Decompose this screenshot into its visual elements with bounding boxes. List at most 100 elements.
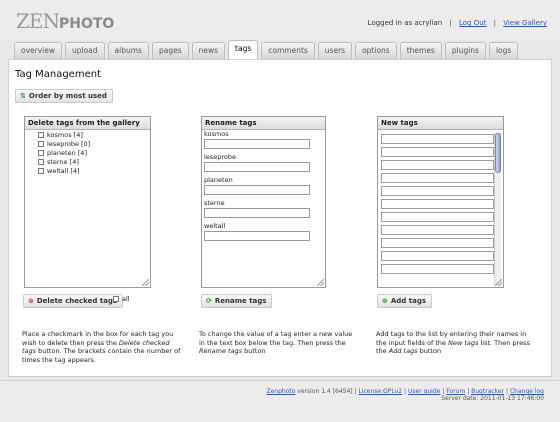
resize-handle[interactable]	[317, 279, 324, 286]
new-tag-input[interactable]	[381, 225, 494, 235]
rename-input[interactable]	[204, 208, 310, 218]
tab-logs[interactable]: logs	[488, 42, 519, 59]
new-tag-input[interactable]	[381, 160, 494, 170]
delete-description: Place a checkmark in the box for each ta…	[22, 330, 182, 364]
tab-options[interactable]: options	[355, 42, 397, 59]
add-button-label: Add tags	[390, 297, 426, 305]
page-footer: Zenphoto version 1.4 [6454] | License:GP…	[0, 380, 560, 422]
order-by-most-used-button[interactable]: ⇅ Order by most used	[15, 89, 113, 103]
delete-button-label: Delete checked tags	[36, 297, 118, 305]
new-tag-input[interactable]	[381, 238, 494, 248]
license-link[interactable]: License:GPLv2	[358, 388, 402, 395]
rename-label: kosmos	[204, 130, 229, 138]
new-tag-input[interactable]	[381, 199, 494, 209]
tag-row-weltall[interactable]: weltall [4]	[25, 167, 150, 176]
tab-comments[interactable]: comments	[261, 42, 315, 59]
rename-input[interactable]	[204, 231, 310, 241]
zenphoto-link[interactable]: Zenphoto	[266, 388, 295, 395]
scrollbar-thumb[interactable]	[495, 133, 501, 173]
page-title: Tag Management	[15, 69, 101, 80]
logout-link[interactable]: Log Out	[459, 19, 486, 27]
tag-checkbox[interactable]	[38, 150, 44, 156]
new-tag-input[interactable]	[381, 251, 494, 261]
tag-management-content: Tag Management ⇅ Order by most used Delet…	[8, 59, 552, 377]
logo-zen: ZEN	[16, 9, 60, 33]
resize-handle[interactable]	[495, 279, 502, 286]
rename-input[interactable]	[204, 185, 310, 195]
server-date: Server date: 2011-01-13 17:46:00	[441, 395, 544, 402]
delete-icon: ⊗	[28, 297, 34, 305]
new-tags-panel: New tags	[377, 116, 504, 288]
rename-input[interactable]	[204, 162, 310, 172]
tab-themes[interactable]: themes	[399, 42, 442, 59]
tag-checkbox[interactable]	[38, 159, 44, 165]
tag-row-sterne[interactable]: sterne [4]	[25, 158, 150, 167]
tag-row-leseprobe[interactable]: leseprobe [0]	[25, 140, 150, 149]
rename-item-kosmos: kosmos	[202, 130, 325, 149]
tab-news[interactable]: news	[191, 42, 226, 59]
rename-label: sterne	[204, 199, 225, 207]
tab-overview[interactable]: overview	[14, 42, 62, 59]
user-bar: Logged in as acrylian | Log Out | View G…	[368, 19, 547, 27]
forum-link[interactable]: Forum	[446, 388, 465, 395]
new-tag-inputs	[381, 134, 497, 277]
separator: |	[442, 388, 445, 395]
rename-tags-button[interactable]: ⟳ Rename tags	[201, 294, 273, 308]
tab-albums[interactable]: albums	[107, 42, 149, 59]
new-panel-header: New tags	[378, 117, 503, 130]
tab-upload[interactable]: upload	[65, 42, 105, 59]
rename-item-weltall: weltall	[202, 222, 325, 241]
tag-checkbox[interactable]	[38, 168, 44, 174]
tab-tags[interactable]: tags	[228, 40, 259, 59]
rename-label: weltall	[204, 222, 226, 230]
tab-users[interactable]: users	[317, 42, 353, 59]
rename-item-leseprobe: leseprobe	[202, 153, 325, 172]
user-guide-link[interactable]: User guide	[408, 388, 440, 395]
zenphoto-logo[interactable]: ZENPHOTO	[16, 9, 114, 33]
view-gallery-link[interactable]: View Gallery	[503, 19, 547, 27]
desc-emphasis: Add tags	[388, 347, 418, 355]
tag-row-planeten[interactable]: planeten [4]	[25, 149, 150, 158]
tab-pages[interactable]: pages	[151, 42, 189, 59]
separator: |	[467, 388, 470, 395]
tag-label: kosmos [4]	[47, 131, 83, 139]
tag-row-kosmos[interactable]: kosmos [4]	[25, 131, 150, 140]
tag-checkbox[interactable]	[38, 141, 44, 147]
all-checkbox[interactable]	[113, 296, 119, 302]
new-tags-scrollbar[interactable]	[494, 133, 501, 285]
new-tag-input[interactable]	[381, 134, 494, 144]
rename-tags-panel: Rename tags kosmos leseprobe planeten st…	[201, 116, 326, 288]
rename-button-label: Rename tags	[214, 297, 267, 305]
check-icon: ⟳	[206, 297, 212, 305]
rename-panel-header: Rename tags	[202, 117, 325, 130]
rename-item-sterne: sterne	[202, 199, 325, 218]
rename-label: planeten	[204, 176, 233, 184]
desc-emphasis: New tags	[448, 338, 479, 347]
tag-label: sterne [4]	[47, 158, 79, 166]
changelog-link[interactable]: Change log	[510, 388, 544, 395]
separator: |	[449, 19, 452, 27]
delete-checked-tags-button[interactable]: ⊗ Delete checked tags	[23, 294, 124, 308]
tag-checkbox[interactable]	[38, 132, 44, 138]
rename-input[interactable]	[204, 139, 310, 149]
rename-description: To change the value of a tag enter a new…	[199, 330, 359, 356]
tab-plugins[interactable]: plugins	[444, 42, 486, 59]
new-tag-input[interactable]	[381, 212, 494, 222]
tag-label: planeten [4]	[47, 149, 87, 157]
bugtracker-link[interactable]: Bugtracker	[471, 388, 504, 395]
new-tag-input[interactable]	[381, 264, 494, 274]
separator: |	[493, 19, 496, 27]
footer-links: Zenphoto version 1.4 [6454] | License:GP…	[266, 388, 544, 395]
new-tag-input[interactable]	[381, 186, 494, 196]
add-tags-button[interactable]: ⊕ Add tags	[377, 294, 432, 308]
new-tag-input[interactable]	[381, 173, 494, 183]
tag-label: leseprobe [0]	[47, 140, 91, 148]
tag-label: weltall [4]	[47, 167, 80, 175]
version-text: version 1.4 [6454]	[297, 388, 353, 395]
desc-text: button. The brackets contain the number …	[22, 347, 181, 364]
new-tag-input[interactable]	[381, 147, 494, 157]
select-all-checkbox[interactable]: all	[113, 295, 130, 303]
resize-handle[interactable]	[142, 279, 149, 286]
separator: |	[506, 388, 509, 395]
delete-tag-list: kosmos [4] leseprobe [0] planeten [4] st…	[25, 130, 150, 176]
